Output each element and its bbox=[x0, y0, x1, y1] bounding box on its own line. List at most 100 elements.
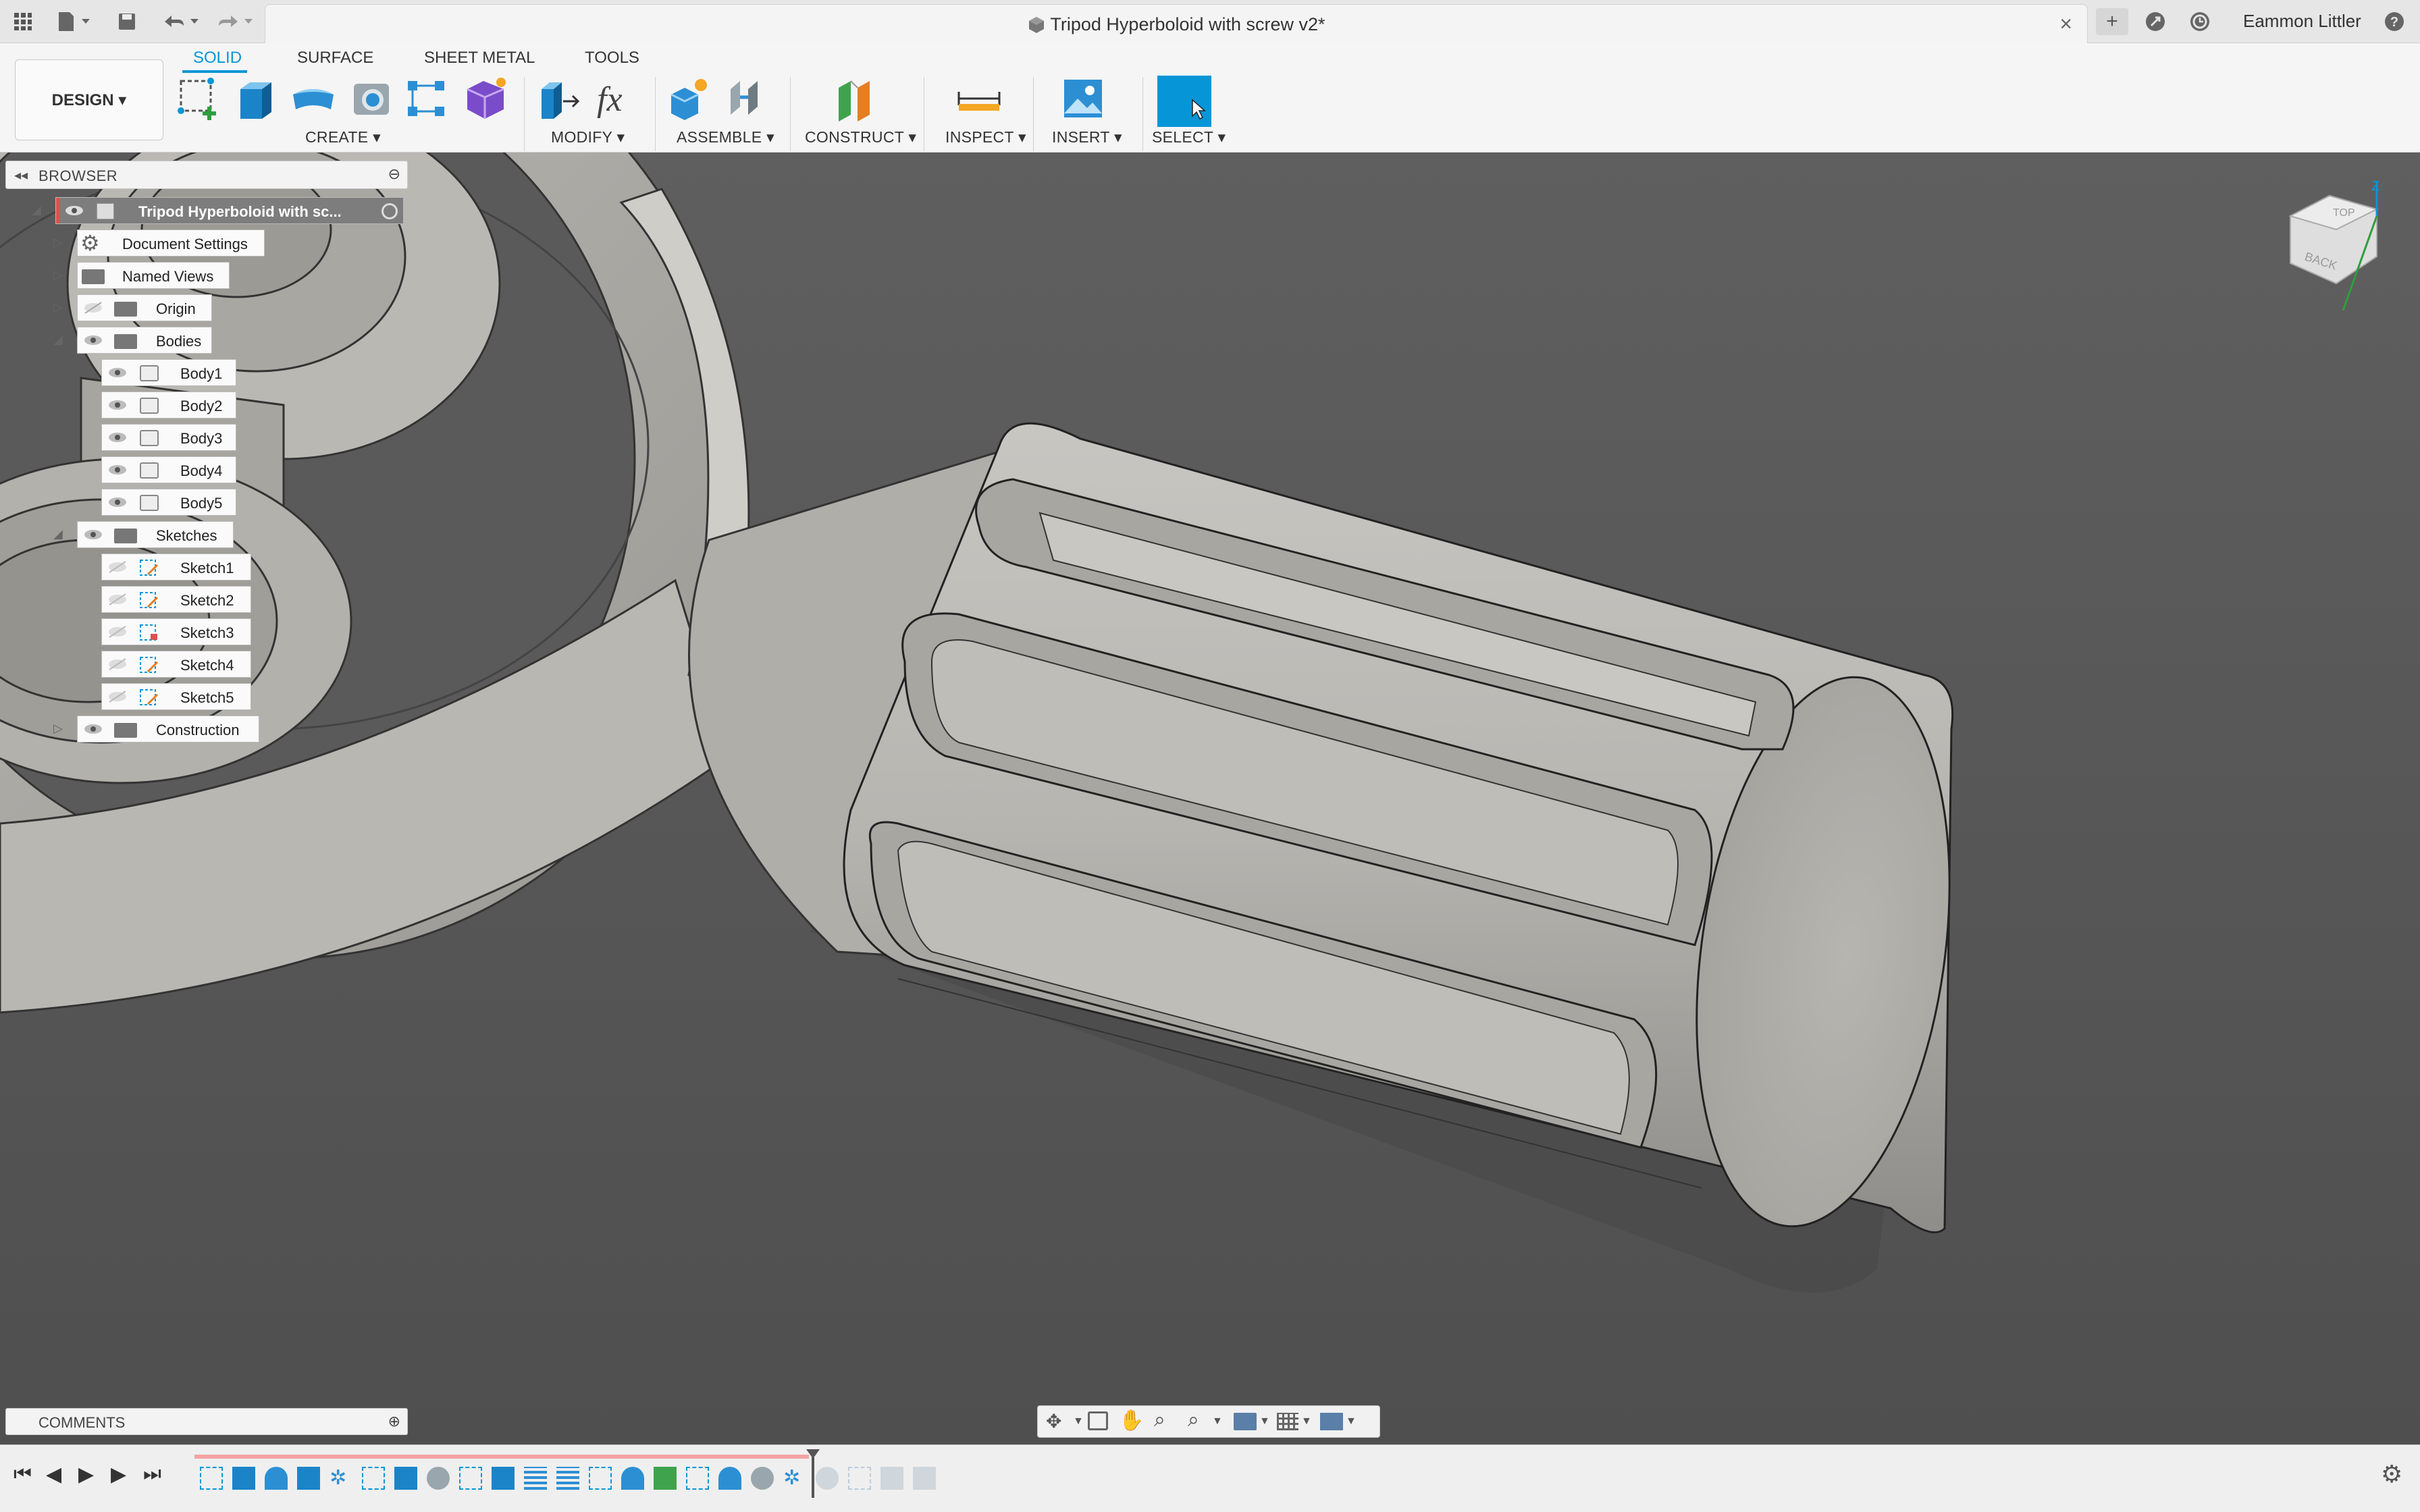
look-at-icon[interactable] bbox=[1088, 1411, 1108, 1430]
tab-surface[interactable]: SURFACE bbox=[297, 49, 373, 68]
skip-end-icon[interactable]: ⏭ bbox=[143, 1463, 161, 1486]
tree-item-body5[interactable]: Body5 bbox=[101, 489, 236, 516]
help-icon[interactable]: ? bbox=[2381, 8, 2408, 35]
user-name[interactable]: Eammon Littler bbox=[2243, 11, 2361, 32]
comments-panel[interactable]: COMMENTS ⊕ bbox=[5, 1408, 408, 1435]
add-comment-icon[interactable]: ⊕ bbox=[388, 1413, 400, 1430]
collapse-panel-icon[interactable]: ◂◂ bbox=[14, 167, 28, 184]
tree-item-document-settings[interactable]: ▷ ⚙ Document Settings bbox=[53, 230, 265, 256]
eye-icon[interactable] bbox=[107, 464, 128, 476]
timeline-sketch-icon[interactable] bbox=[200, 1467, 223, 1490]
pattern-icon[interactable] bbox=[402, 74, 451, 123]
timeline-extrude-icon[interactable] bbox=[492, 1467, 515, 1490]
tree-item-sketch2[interactable]: Sketch2 bbox=[101, 586, 251, 613]
eye-icon[interactable] bbox=[64, 205, 84, 217]
timeline-suppressed-icon[interactable] bbox=[880, 1467, 903, 1490]
timeline-fillet-icon[interactable] bbox=[427, 1467, 450, 1490]
tree-item-sketches[interactable]: ◢ Sketches bbox=[53, 521, 234, 548]
timeline-revolve-icon[interactable] bbox=[621, 1467, 644, 1490]
fit-icon[interactable]: ⌕ bbox=[1188, 1409, 1199, 1432]
expand-arrow-icon[interactable]: ▷ bbox=[53, 268, 63, 282]
modify-menu[interactable]: MODIFY ▾ bbox=[551, 128, 625, 146]
save-icon[interactable] bbox=[113, 8, 140, 35]
chevron-down-icon[interactable]: ▼ bbox=[1259, 1415, 1270, 1428]
clock-icon[interactable] bbox=[2186, 8, 2213, 35]
workspace-switcher[interactable]: DESIGN ▾ bbox=[15, 59, 163, 140]
tree-item-sketch1[interactable]: Sketch1 bbox=[101, 554, 251, 580]
timeline-fillet-icon[interactable] bbox=[751, 1467, 774, 1490]
file-icon[interactable] bbox=[53, 8, 97, 35]
browser-panel-header[interactable]: ◂◂ BROWSER ⊖ bbox=[5, 161, 408, 189]
tree-item-named-views[interactable]: ▷ Named Views bbox=[53, 262, 230, 289]
select-menu[interactable]: SELECT ▾ bbox=[1152, 128, 1226, 146]
create-sketch-icon[interactable] bbox=[174, 74, 223, 123]
eye-hidden-icon[interactable] bbox=[107, 561, 128, 573]
timeline-sketch-icon[interactable] bbox=[362, 1467, 385, 1490]
chevron-down-icon[interactable]: ▼ bbox=[1301, 1415, 1312, 1428]
offset-plane-icon[interactable] bbox=[832, 74, 880, 123]
inspect-menu[interactable]: INSPECT ▾ bbox=[945, 128, 1026, 146]
tree-item-body4[interactable]: Body4 bbox=[101, 456, 236, 483]
tab-sheet-metal[interactable]: SHEET METAL bbox=[424, 49, 535, 68]
eye-icon[interactable] bbox=[107, 399, 128, 411]
close-icon[interactable]: × bbox=[2059, 11, 2072, 36]
tree-item-sketch5[interactable]: Sketch5 bbox=[101, 683, 251, 710]
eye-icon[interactable] bbox=[83, 723, 103, 735]
redo-icon[interactable] bbox=[213, 8, 258, 35]
canvas-viewport[interactable]: TOP BACK Z bbox=[0, 153, 2420, 1444]
tab-solid[interactable]: SOLID bbox=[193, 49, 242, 68]
assemble-menu[interactable]: ASSEMBLE ▾ bbox=[677, 128, 774, 146]
timeline-sketch-icon[interactable] bbox=[589, 1467, 612, 1490]
timeline-thread-icon[interactable] bbox=[524, 1467, 547, 1490]
step-forward-icon[interactable]: ▶ bbox=[111, 1463, 126, 1486]
revolve-icon[interactable] bbox=[289, 74, 338, 123]
timeline-revolve-icon[interactable] bbox=[718, 1467, 741, 1490]
timeline-extrude-icon[interactable] bbox=[394, 1467, 417, 1490]
chevron-down-icon[interactable]: ▼ bbox=[1212, 1415, 1223, 1428]
tree-item-body1[interactable]: Body1 bbox=[101, 359, 236, 386]
sweep-icon[interactable] bbox=[347, 74, 396, 123]
display-settings-icon[interactable] bbox=[1234, 1413, 1257, 1430]
construct-menu[interactable]: CONSTRUCT ▾ bbox=[805, 128, 916, 146]
tree-item-body2[interactable]: Body2 bbox=[101, 392, 236, 418]
orbit-icon[interactable]: ✥ bbox=[1046, 1410, 1061, 1432]
undo-icon[interactable] bbox=[159, 8, 204, 35]
eye-hidden-icon[interactable] bbox=[107, 691, 128, 703]
eye-icon[interactable] bbox=[107, 367, 128, 379]
extrude-icon[interactable] bbox=[231, 74, 280, 123]
expand-arrow-icon[interactable]: ▷ bbox=[53, 236, 63, 250]
new-component-icon[interactable] bbox=[666, 74, 714, 123]
grid-settings-icon[interactable] bbox=[1277, 1413, 1298, 1430]
eye-hidden-icon[interactable] bbox=[83, 302, 103, 314]
document-tab[interactable]: Tripod Hyperboloid with screw v2* × bbox=[265, 4, 2088, 43]
timeline-suppressed-icon[interactable] bbox=[816, 1467, 839, 1490]
tree-item-body3[interactable]: Body3 bbox=[101, 424, 236, 451]
eye-hidden-icon[interactable] bbox=[107, 658, 128, 670]
tree-item-sketch3[interactable]: Sketch3 bbox=[101, 618, 251, 645]
pin-icon[interactable]: ⊖ bbox=[388, 165, 400, 183]
expand-arrow-icon[interactable]: ▷ bbox=[53, 722, 63, 736]
select-button[interactable] bbox=[1157, 76, 1211, 127]
chevron-down-icon[interactable]: ▼ bbox=[1346, 1415, 1357, 1428]
eye-icon[interactable] bbox=[107, 431, 128, 443]
eye-hidden-icon[interactable] bbox=[107, 593, 128, 605]
create-form-icon[interactable] bbox=[462, 74, 510, 123]
zoom-icon[interactable]: ⌕ bbox=[1154, 1409, 1165, 1432]
timeline-sketch-icon[interactable] bbox=[686, 1467, 709, 1490]
step-back-icon[interactable]: ◀ bbox=[46, 1463, 61, 1486]
timeline-suppressed-icon[interactable] bbox=[913, 1467, 936, 1490]
timeline-settings-gear-icon[interactable]: ⚙ bbox=[2381, 1460, 2402, 1488]
eye-hidden-icon[interactable] bbox=[107, 626, 128, 638]
viewports-icon[interactable] bbox=[1320, 1413, 1343, 1430]
plus-icon[interactable]: + bbox=[2096, 8, 2128, 35]
pan-hand-icon[interactable]: ✋ bbox=[1119, 1409, 1144, 1432]
measure-icon[interactable] bbox=[955, 74, 1003, 123]
timeline-thread-icon[interactable] bbox=[556, 1467, 579, 1490]
tree-item-construction[interactable]: ▷ Construction bbox=[53, 716, 259, 742]
collapse-arrow-icon[interactable]: ◢ bbox=[53, 333, 63, 347]
timeline-suppressed-icon[interactable] bbox=[848, 1467, 871, 1490]
press-pull-icon[interactable] bbox=[535, 74, 583, 123]
eye-icon[interactable] bbox=[107, 496, 128, 508]
skip-start-icon[interactable]: ⏮ bbox=[14, 1463, 32, 1486]
eye-icon[interactable] bbox=[83, 334, 103, 346]
